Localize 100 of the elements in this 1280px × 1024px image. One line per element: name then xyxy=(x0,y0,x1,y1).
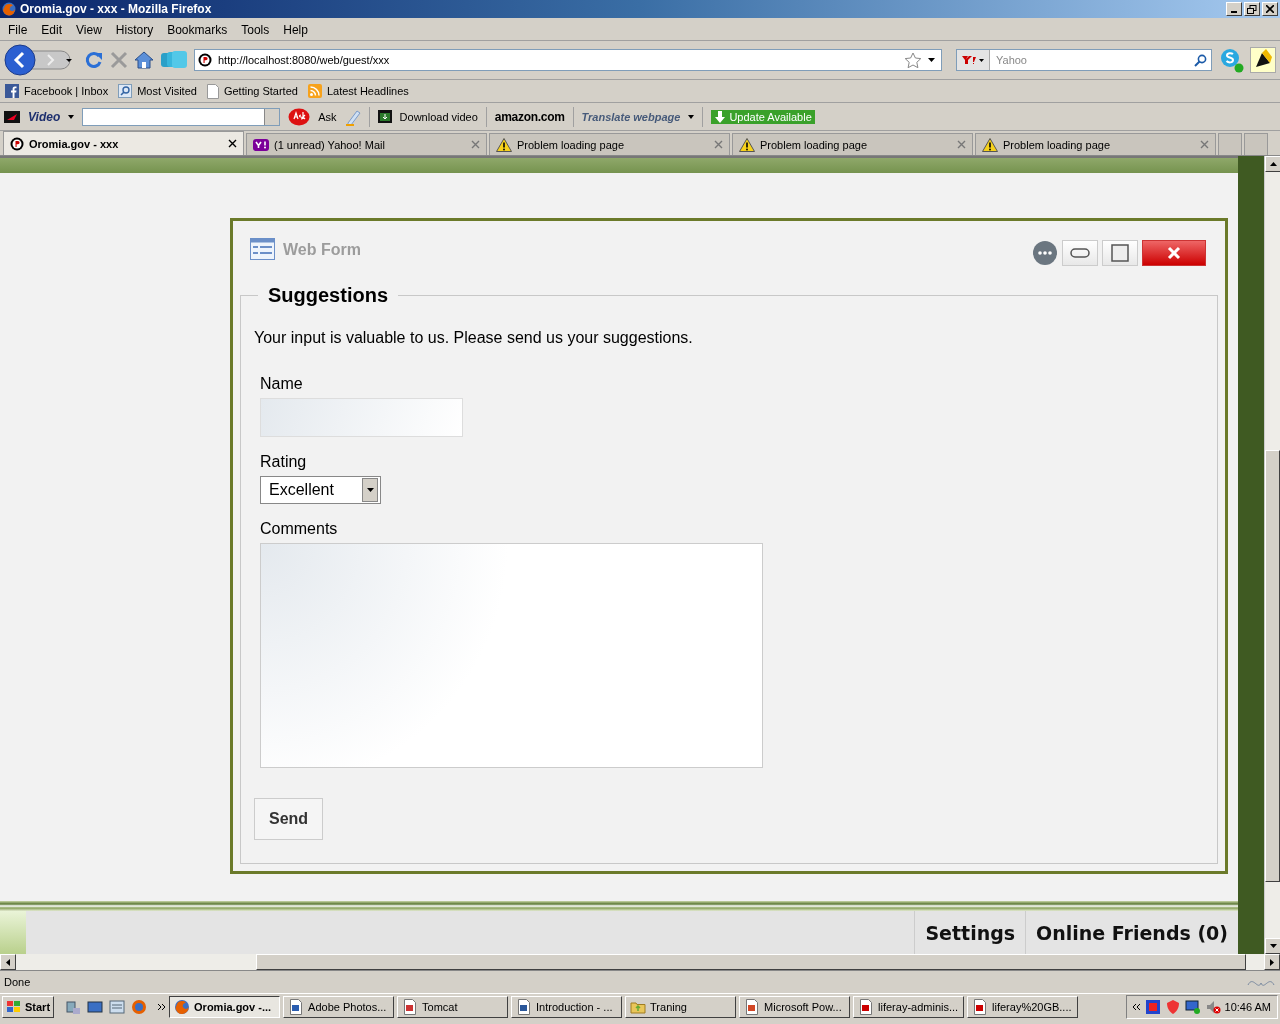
video-logo-icon[interactable] xyxy=(4,110,20,123)
windows-logo-icon xyxy=(6,1000,22,1014)
desktop-icon[interactable] xyxy=(87,999,104,1015)
feed-icon xyxy=(307,84,322,98)
window-title: Oromia.gov - xxx - Mozilla Firefox xyxy=(20,2,213,16)
yahoo-logo-icon[interactable] xyxy=(961,55,985,65)
name-input[interactable] xyxy=(260,398,463,437)
menu-item[interactable]: View xyxy=(70,23,110,37)
dropdown-icon xyxy=(366,488,374,492)
options-icon[interactable] xyxy=(1032,240,1058,266)
video-label[interactable]: Video xyxy=(28,109,61,124)
document-icon xyxy=(516,999,533,1015)
menu-item[interactable]: File xyxy=(2,23,36,37)
close-icon xyxy=(1167,246,1181,260)
video-search-field[interactable] xyxy=(82,107,281,126)
site-logo-icon xyxy=(198,53,212,67)
maximize-icon xyxy=(1111,244,1129,262)
send-button[interactable]: Send xyxy=(254,798,324,840)
up-arrow-icon xyxy=(1269,162,1277,166)
scroll-left-button[interactable] xyxy=(0,954,16,970)
taskbar-button[interactable]: Adobe Photos... xyxy=(283,996,395,1018)
facebook-icon xyxy=(5,84,19,98)
chevron-icon[interactable] xyxy=(1132,1003,1141,1011)
menu-item[interactable]: Edit xyxy=(35,23,71,37)
field-label: Comments xyxy=(260,520,338,538)
ask-logo-icon[interactable] xyxy=(288,107,311,126)
page-icon xyxy=(206,83,219,99)
right-arrow-icon xyxy=(1270,958,1274,966)
dropdown-icon[interactable] xyxy=(688,114,695,119)
close-icon[interactable] xyxy=(228,139,237,148)
translate-label[interactable]: Translate webpage xyxy=(581,110,681,123)
restore-button[interactable] xyxy=(1244,2,1260,16)
scroll-up-button[interactable] xyxy=(1265,156,1280,172)
warning-icon xyxy=(739,137,755,152)
amazon-logo[interactable]: amazon.com xyxy=(494,109,565,124)
scroll-down-button[interactable] xyxy=(1265,938,1280,954)
shield-icon[interactable] xyxy=(1164,999,1181,1015)
monitor-icon[interactable] xyxy=(1184,999,1201,1015)
menu-item[interactable]: History xyxy=(109,23,162,37)
warning-icon xyxy=(496,137,512,152)
scroll-right-button[interactable] xyxy=(1264,954,1280,970)
mute-icon[interactable] xyxy=(1204,999,1221,1015)
dropdown-icon[interactable] xyxy=(928,58,935,62)
chevron-icon[interactable] xyxy=(158,1003,167,1011)
menu-item[interactable]: Tools xyxy=(235,23,278,37)
star-icon[interactable] xyxy=(904,51,922,69)
start-button[interactable]: Start xyxy=(2,996,55,1018)
document-icon xyxy=(402,999,419,1015)
bookmark-link[interactable]: Most Visited xyxy=(118,84,197,98)
tiles-icon[interactable] xyxy=(160,50,188,70)
browser-tab[interactable]: (1 unread) Yahoo! Mail xyxy=(246,133,487,155)
rating-select[interactable]: Excellent xyxy=(260,476,381,504)
browser-tab[interactable]: Problem loading page xyxy=(975,133,1216,155)
site-logo-icon xyxy=(10,136,24,151)
field-label: Rating xyxy=(260,453,307,471)
intro-text: Your input is valuable to us. Please send us your suggestions. xyxy=(254,329,693,347)
browser-tab[interactable]: Problem loading page xyxy=(489,133,730,155)
folder-icon xyxy=(630,999,647,1015)
home-icon[interactable] xyxy=(134,51,154,69)
download-arrow-icon xyxy=(714,110,727,123)
fieldset-legend: Suggestions xyxy=(258,284,398,307)
browser-tab[interactable]: Oromia.gov - xxx xyxy=(3,131,244,155)
reload-icon[interactable] xyxy=(84,50,104,70)
status-text: Done xyxy=(4,976,32,988)
marker-icon[interactable] xyxy=(1250,47,1276,73)
taskbar-button[interactable]: Microsoft Pow... xyxy=(739,996,851,1018)
browser-logo-icon xyxy=(2,2,16,16)
ask-label[interactable]: Ask xyxy=(318,110,337,123)
search-input[interactable]: Yahoo xyxy=(994,53,1190,67)
maximize-button[interactable] xyxy=(1102,240,1138,266)
flag-icon[interactable] xyxy=(1144,999,1161,1015)
down-arrow-icon xyxy=(1269,944,1277,948)
taskbar-button[interactable]: Introduction - ... xyxy=(511,996,623,1018)
taskbar-button[interactable]: liferay-adminis... xyxy=(853,996,965,1018)
dropdown-icon[interactable] xyxy=(68,114,75,119)
bookmark-link[interactable]: Latest Headlines xyxy=(307,84,409,98)
left-arrow-icon xyxy=(6,958,10,966)
portlet-title: Web Form xyxy=(283,240,362,260)
globe-icon[interactable] xyxy=(131,999,148,1015)
bookmark-link[interactable]: Getting Started xyxy=(206,83,298,99)
taskbar-button[interactable]: Oromia.gov -... xyxy=(169,996,281,1018)
document-icon xyxy=(858,999,875,1015)
taskbar-button[interactable]: liferay%20GB.... xyxy=(967,996,1079,1018)
menu-item[interactable]: Bookmarks xyxy=(161,23,236,37)
taskbar-button[interactable]: Tomcat xyxy=(397,996,509,1018)
network-icon[interactable] xyxy=(65,999,82,1015)
search-box[interactable]: Yahoo xyxy=(956,49,1212,71)
menu-item[interactable]: Help xyxy=(277,23,316,37)
document-icon xyxy=(972,999,989,1015)
download-icon[interactable] xyxy=(377,110,392,123)
taskbar-button[interactable]: Traning xyxy=(625,996,737,1018)
skype-icon[interactable] xyxy=(1218,47,1244,73)
bookmark-link[interactable]: Facebook | Inbox xyxy=(5,84,109,98)
address-bar[interactable]: http://localhost:8080/web/guest/xxx xyxy=(194,49,942,71)
browser-tab[interactable]: Problem loading page xyxy=(732,133,973,155)
download-label[interactable]: Download video xyxy=(399,110,478,123)
search-icon[interactable] xyxy=(1194,53,1207,67)
warning-icon xyxy=(982,137,998,152)
restore-icon xyxy=(1247,4,1257,14)
minimize-icon xyxy=(1070,248,1090,258)
